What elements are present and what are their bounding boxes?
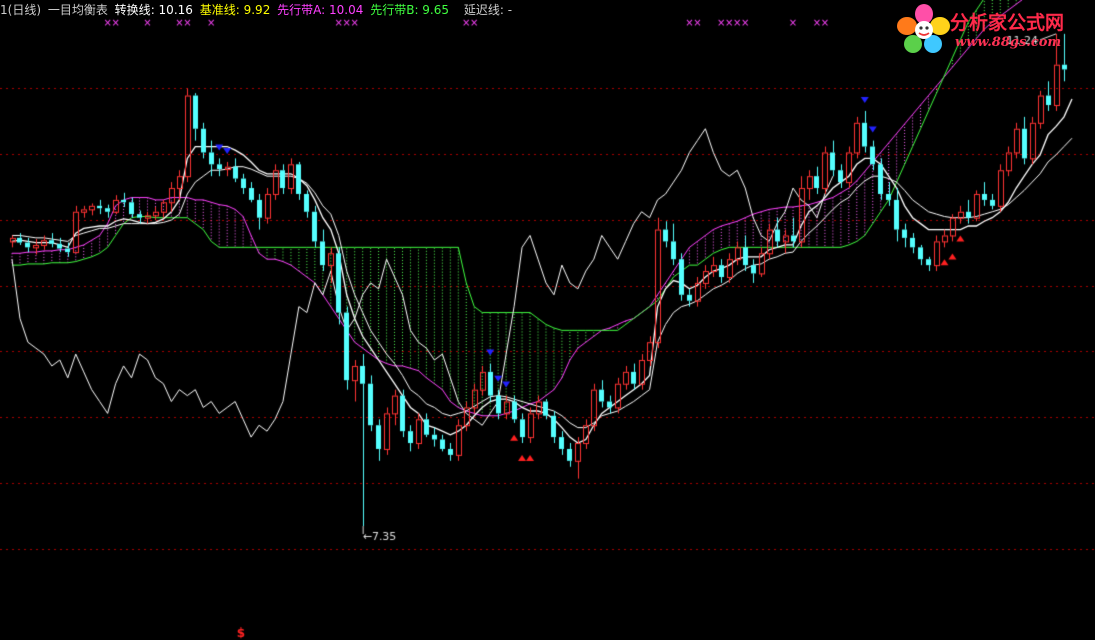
conversion-value: 10.16	[158, 3, 193, 17]
indicator-header: 1(日线) 一目均衡表 转换线: 10.16 基准线: 9.92 先行带A: 1…	[0, 2, 515, 18]
logo-title: 分析家公式网	[950, 12, 1065, 34]
span-a-label: 先行带A	[277, 3, 322, 17]
base-value: 9.92	[243, 3, 271, 17]
period-label: 1(日线)	[0, 3, 41, 17]
logo-url: www.88gs.com	[955, 35, 1062, 50]
span-b-readout: 先行带B: 9.65	[370, 3, 450, 17]
site-logo: 分析家公式网 www.88gs.com	[895, 2, 1091, 56]
conversion-label: 转换线	[114, 3, 151, 17]
base-label: 基准线	[199, 3, 236, 17]
span-b-value: 9.65	[422, 3, 450, 17]
conversion-readout: 转换线: 10.16	[114, 3, 193, 17]
lagging-value: -	[507, 3, 513, 17]
candlestick-chart[interactable]	[0, 0, 1095, 640]
lagging-label: 延迟线	[463, 3, 500, 17]
flower-logo-icon	[897, 4, 950, 53]
span-a-value: 10.04	[329, 3, 364, 17]
indicator-name: 一目均衡表	[47, 3, 108, 17]
base-readout: 基准线: 9.92	[199, 3, 271, 17]
span-a-readout: 先行带A: 10.04	[277, 3, 364, 17]
span-b-label: 先行带B	[370, 3, 415, 17]
lagging-readout: 延迟线: -	[463, 3, 513, 17]
